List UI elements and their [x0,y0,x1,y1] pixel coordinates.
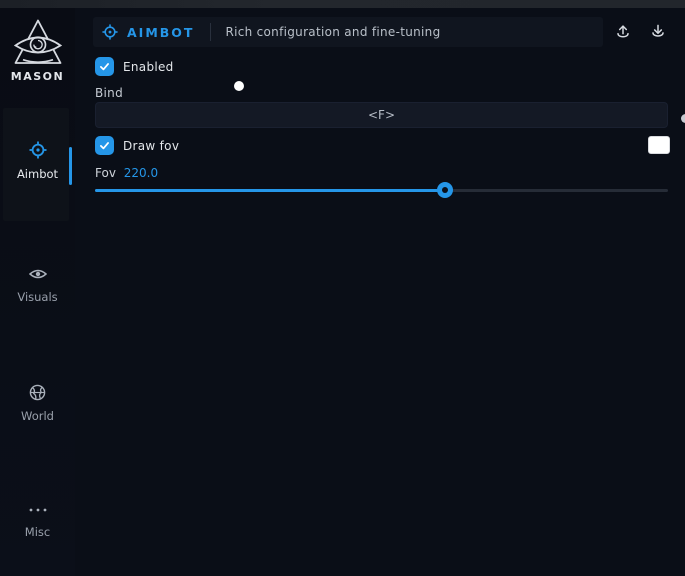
fov-slider-fill [95,189,445,192]
sidebar-item-label: World [0,409,75,423]
download-config-button[interactable] [645,19,671,45]
fov-slider[interactable] [95,182,668,198]
eye-pyramid-icon [11,18,65,68]
draw-fov-checkbox[interactable] [95,136,114,155]
fov-label: Fov [95,166,116,180]
page-subtitle: Rich configuration and fine-tuning [225,25,440,39]
main-panel: AIMBOT Rich configuration and fine-tunin… [75,8,685,576]
upload-config-button[interactable] [610,19,636,45]
crosshair-icon [29,141,47,159]
page-header: AIMBOT Rich configuration and fine-tunin… [93,17,603,47]
brand-logo: MASON [0,18,75,83]
background-window-strip [0,0,685,8]
checkmark-icon [98,60,111,73]
enabled-checkbox[interactable] [95,57,114,76]
header-divider [210,23,211,41]
checkmark-icon [98,139,111,152]
fov-label-row: Fov 220.0 [95,166,158,180]
bind-field-dot [681,114,685,123]
sidebar-item-label: Visuals [0,290,75,304]
upload-icon [613,22,633,42]
mouse-cursor-dot [234,81,244,91]
sidebar-item-label: Misc [0,525,75,539]
enabled-label: Enabled [123,60,174,74]
enabled-row: Enabled [95,57,174,76]
bind-input[interactable] [95,102,668,128]
draw-fov-label: Draw fov [123,139,179,153]
sidebar-item-visuals[interactable]: Visuals [0,266,75,304]
mason-cheat-menu: MASON Aimbot Visuals [0,0,685,576]
brand-name: MASON [0,70,75,83]
fov-slider-handle[interactable] [437,182,453,198]
draw-fov-row: Draw fov [95,136,179,155]
page-title: AIMBOT [127,25,194,40]
ellipsis-icon [28,503,48,517]
eye-icon [29,266,47,282]
crosshair-icon [102,24,118,40]
sidebar-item-label: Aimbot [0,167,75,181]
globe-icon [29,384,46,401]
sidebar-item-misc[interactable]: Misc [0,502,75,539]
fov-value: 220.0 [124,166,158,180]
bind-label: Bind [95,86,123,100]
sidebar: MASON Aimbot Visuals [0,8,75,576]
sidebar-item-aimbot[interactable]: Aimbot [0,141,75,181]
download-icon [648,22,668,42]
sidebar-item-world[interactable]: World [0,384,75,423]
fov-color-picker[interactable] [648,136,670,154]
